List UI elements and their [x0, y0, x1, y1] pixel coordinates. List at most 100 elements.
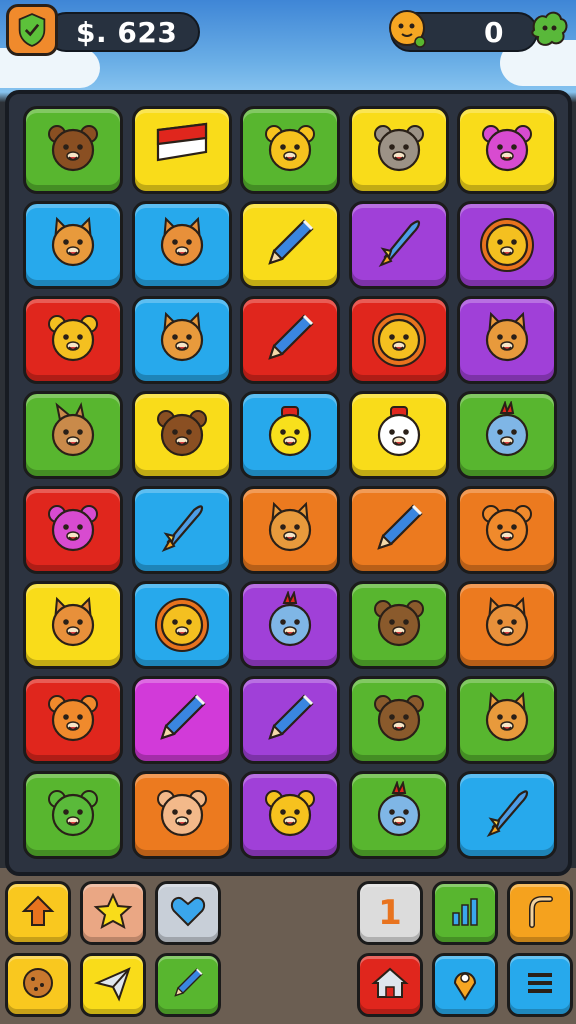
- cookie-icon: [18, 963, 58, 1007]
- game-tile[interactable]: [348, 676, 449, 764]
- arrow-up-icon: [18, 891, 58, 935]
- heart-icon: [168, 891, 208, 935]
- game-tile[interactable]: [131, 676, 232, 764]
- blue-monster-icon: [258, 589, 322, 659]
- pencil-icon: [258, 211, 322, 279]
- blue-monster-icon: [475, 399, 539, 469]
- game-tile[interactable]: [348, 771, 449, 859]
- pencil-icon: [168, 963, 208, 1007]
- pencil-button[interactable]: [155, 953, 221, 1017]
- paper-plane-button[interactable]: [80, 953, 146, 1017]
- bunny-face-icon: [41, 401, 105, 469]
- rocket-icon: [475, 781, 539, 849]
- game-tile[interactable]: [23, 201, 123, 289]
- game-tile[interactable]: [131, 486, 232, 574]
- game-tile[interactable]: [131, 771, 232, 859]
- game-tile[interactable]: [131, 201, 232, 289]
- cookie-button[interactable]: [5, 953, 71, 1017]
- game-tile[interactable]: [457, 106, 557, 194]
- game-tile[interactable]: [240, 296, 340, 384]
- game-tile[interactable]: [23, 391, 123, 479]
- counter-value: 0: [484, 16, 504, 49]
- game-tile[interactable]: [131, 106, 232, 194]
- game-tile[interactable]: [457, 581, 557, 669]
- cat-face-icon: [475, 591, 539, 659]
- game-tile[interactable]: [23, 581, 123, 669]
- green-monster-icon: [41, 781, 105, 849]
- game-tile[interactable]: [348, 201, 449, 289]
- rocket-icon: [367, 211, 431, 279]
- level-number: 1: [378, 893, 402, 933]
- shield-check-icon[interactable]: [6, 4, 58, 56]
- game-tile[interactable]: [457, 391, 557, 479]
- clown-face-icon: [367, 401, 431, 469]
- location-pin-button[interactable]: [432, 953, 498, 1017]
- green-blob-icon[interactable]: [526, 6, 572, 52]
- tiger-face-icon: [41, 686, 105, 754]
- game-tile[interactable]: [457, 201, 557, 289]
- pencil-icon: [150, 686, 214, 754]
- game-tile[interactable]: [348, 296, 449, 384]
- pencil-icon: [258, 686, 322, 754]
- game-tile[interactable]: [240, 771, 340, 859]
- game-board: [5, 90, 572, 876]
- game-tile[interactable]: [131, 581, 232, 669]
- game-tile[interactable]: [348, 106, 449, 194]
- pencil-icon: [367, 496, 431, 564]
- chick-avatar-icon: [384, 6, 430, 52]
- pencil-icon: [258, 306, 322, 374]
- money-display: $. 623: [6, 4, 200, 56]
- game-tile[interactable]: [348, 581, 449, 669]
- game-tile[interactable]: [457, 296, 557, 384]
- game-tile[interactable]: [240, 391, 340, 479]
- paper-plane-icon: [93, 963, 133, 1007]
- game-tile[interactable]: [23, 771, 123, 859]
- home-icon: [370, 963, 410, 1007]
- game-tile[interactable]: [23, 106, 123, 194]
- otter-face-icon: [367, 591, 431, 659]
- game-tile[interactable]: [23, 676, 123, 764]
- game-tile[interactable]: [23, 296, 123, 384]
- game-tile[interactable]: [348, 486, 449, 574]
- fox-face-icon: [475, 306, 539, 374]
- bear-face-icon: [258, 781, 322, 849]
- blue-monster-icon: [367, 779, 431, 849]
- menu-button[interactable]: [507, 953, 573, 1017]
- star-icon: [93, 891, 133, 935]
- chick-face-icon: [258, 401, 322, 469]
- mouse-face-icon: [41, 306, 105, 374]
- pink-monster-icon: [41, 496, 105, 564]
- game-tile[interactable]: [131, 391, 232, 479]
- fox-face-icon: [150, 306, 214, 374]
- game-tile[interactable]: [240, 106, 340, 194]
- hook-icon: [520, 891, 560, 935]
- game-tile[interactable]: [240, 581, 340, 669]
- game-tile[interactable]: [240, 676, 340, 764]
- game-tile[interactable]: [131, 296, 232, 384]
- lion-face-icon: [475, 211, 539, 279]
- game-tile[interactable]: [457, 676, 557, 764]
- tiger-face-icon: [475, 496, 539, 564]
- heart-button[interactable]: [155, 881, 221, 945]
- location-pin-icon: [445, 963, 485, 1007]
- hamster-face-icon: [150, 781, 214, 849]
- game-tile[interactable]: [457, 486, 557, 574]
- game-tile[interactable]: [23, 486, 123, 574]
- level-number-button[interactable]: 1: [357, 881, 423, 945]
- hook-button[interactable]: [507, 881, 573, 945]
- chart-button[interactable]: [432, 881, 498, 945]
- arrow-up-button[interactable]: [5, 881, 71, 945]
- game-tile[interactable]: [457, 771, 557, 859]
- koala-face-icon: [367, 116, 431, 184]
- game-tile[interactable]: [240, 201, 340, 289]
- game-tile[interactable]: [348, 391, 449, 479]
- game-tile[interactable]: [240, 486, 340, 574]
- home-button[interactable]: [357, 953, 423, 1017]
- monkey-face-icon: [150, 401, 214, 469]
- counter-display: 0: [384, 4, 572, 56]
- fox-face-icon: [41, 211, 105, 279]
- cat-face-icon: [41, 591, 105, 659]
- lion-face-icon: [367, 306, 431, 374]
- star-button[interactable]: [80, 881, 146, 945]
- cat-face-icon: [150, 211, 214, 279]
